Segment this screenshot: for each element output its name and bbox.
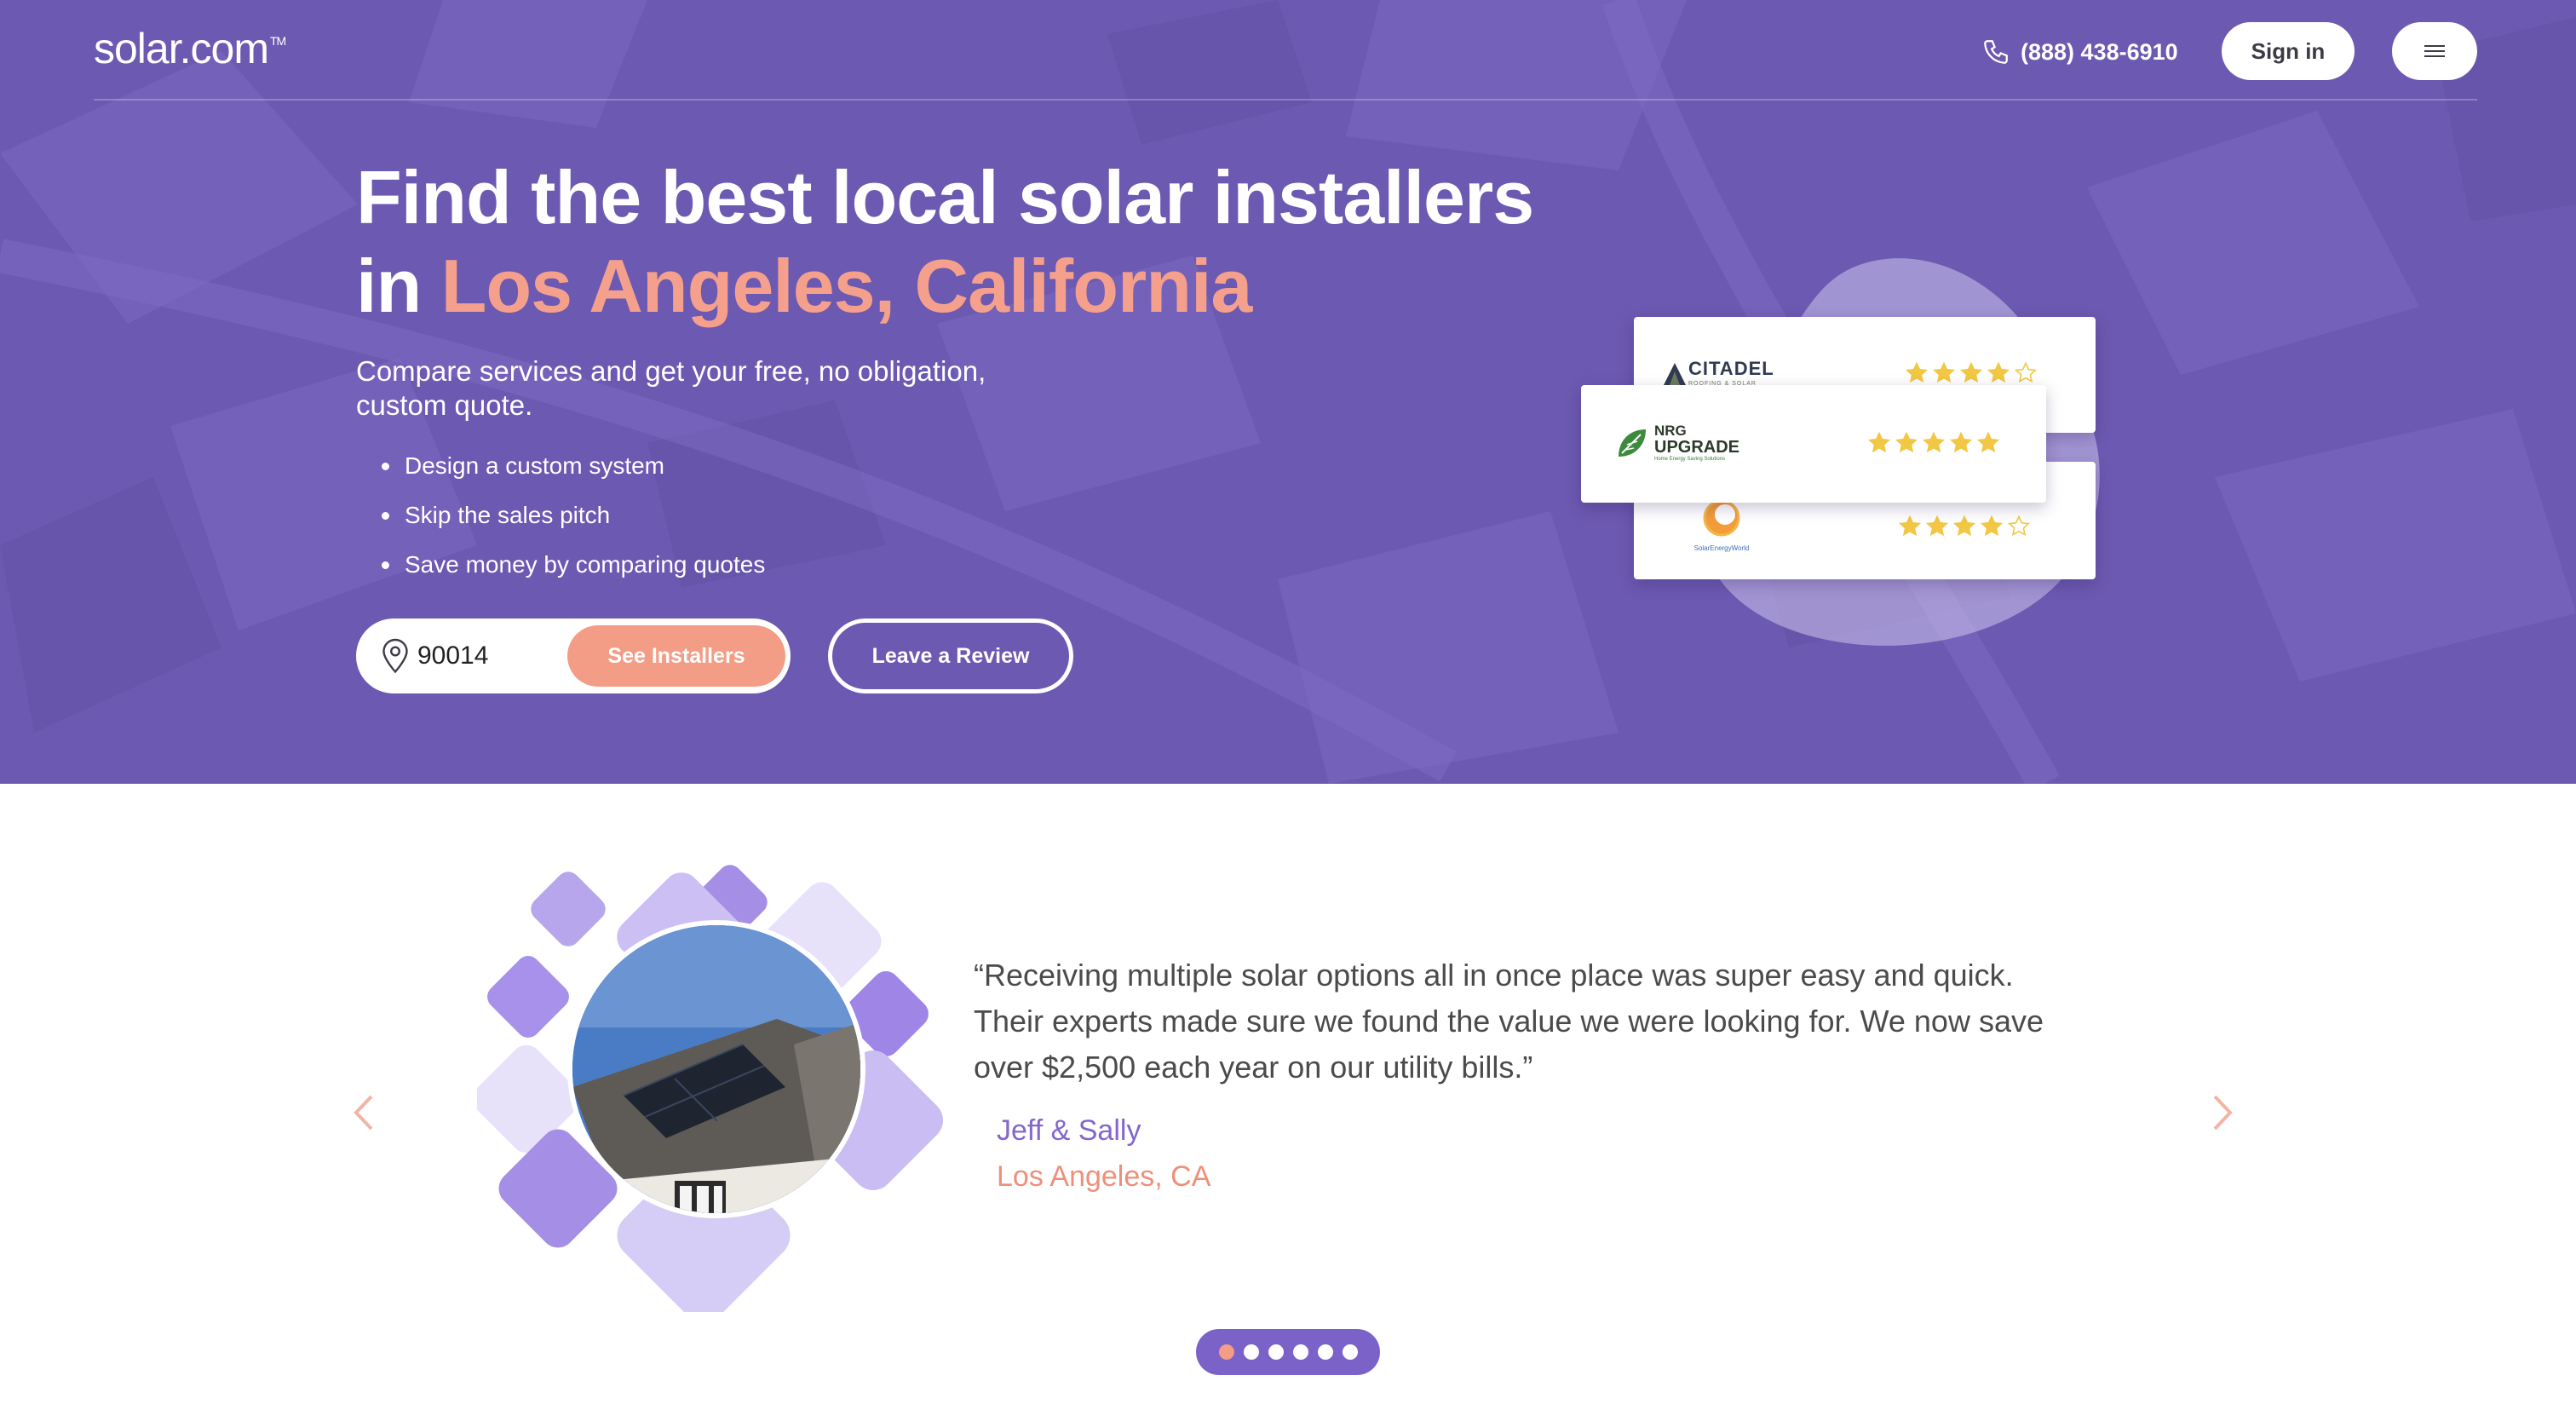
citadel-name: CITADEL — [1688, 358, 1774, 379]
solar-energy-world-name: SolarEnergyWorld — [1693, 544, 1750, 552]
carousel-dot[interactable] — [1342, 1344, 1358, 1360]
hero-subtitle: Compare services and get your free, no o… — [356, 355, 986, 421]
nrg-name-line1: NRG — [1654, 423, 1687, 439]
carousel-pagination — [1196, 1329, 1380, 1375]
customer-home-photo — [567, 920, 865, 1218]
nrg-upgrade-rating — [1867, 431, 2000, 455]
star-filled-icon — [1959, 361, 1983, 383]
solar-com-logo[interactable]: solar.com TM — [94, 24, 286, 73]
star-empty-icon — [2007, 515, 2031, 537]
logo-trademark: TM — [269, 34, 286, 48]
star-filled-icon — [1925, 515, 1949, 537]
star-filled-icon — [1980, 515, 2004, 537]
nrg-leaf-icon — [1619, 429, 1646, 457]
menu-button[interactable] — [2392, 22, 2477, 80]
zip-search-form: See Installers — [356, 619, 791, 693]
sign-in-button[interactable]: Sign in — [2222, 22, 2355, 80]
logo-text: solar.com — [94, 25, 269, 72]
see-installers-button[interactable]: See Installers — [567, 625, 785, 687]
solar-energy-world-rating — [1898, 515, 2031, 538]
benefits-list: Design a custom system Skip the sales pi… — [356, 445, 765, 593]
chevron-right-icon — [2213, 1095, 2233, 1131]
zip-code-input[interactable] — [416, 637, 569, 675]
citadel-rating — [1905, 361, 2038, 385]
phone-link[interactable]: (888) 438-6910 — [1981, 34, 2178, 70]
citadel-logo: CITADEL ROOFING & SOLAR — [1663, 360, 1774, 387]
star-empty-icon — [2014, 361, 2038, 383]
benefit-item: Skip the sales pitch — [356, 494, 765, 544]
title-in: in — [356, 244, 422, 328]
benefit-item: Save money by comparing quotes — [356, 544, 765, 593]
leave-review-button[interactable]: Leave a Review — [828, 619, 1073, 693]
menu-icon — [2424, 45, 2445, 57]
sun-logo-icon — [1703, 499, 1740, 537]
testimonial-section — [0, 784, 2576, 1404]
star-filled-icon — [1932, 361, 1956, 383]
carousel-dot[interactable] — [1268, 1344, 1284, 1360]
testimonial-location: Los Angeles, CA — [997, 1160, 1211, 1193]
citadel-mark-icon — [1664, 363, 1686, 385]
star-filled-icon — [1987, 361, 2010, 383]
benefit-item: Design a custom system — [356, 445, 765, 494]
carousel-dot[interactable] — [1218, 1344, 1234, 1360]
carousel-dot[interactable] — [1292, 1344, 1308, 1360]
star-filled-icon — [1952, 515, 1976, 537]
star-filled-icon — [1922, 431, 1946, 453]
star-filled-icon — [1898, 515, 1922, 537]
phone-number: (888) 438-6910 — [2021, 38, 2178, 65]
star-filled-icon — [1867, 431, 1891, 453]
title-line-1: Find the best local solar installers — [356, 155, 1534, 239]
previous-slide-button[interactable] — [341, 1090, 375, 1133]
hero-section: solar.com TM (888) 438-6910 Sign in Find … — [0, 0, 2576, 784]
page-title: Find the best local solar installers in … — [356, 153, 1634, 331]
solar-roof-illustration — [572, 925, 860, 1213]
nrg-upgrade-logo: NRG UPGRADE Home Energy Saving Solutions — [1615, 423, 1740, 462]
star-filled-icon — [1895, 431, 1918, 453]
star-filled-icon — [1949, 431, 1973, 453]
phone-icon — [1984, 40, 2008, 64]
star-filled-icon — [1905, 361, 1929, 383]
title-city: Los Angeles, California — [440, 244, 1253, 328]
location-pin-icon — [382, 638, 408, 674]
next-slide-button[interactable] — [2201, 1090, 2235, 1133]
header-divider — [94, 99, 2477, 101]
nrg-tagline: Home Energy Saving Solutions — [1654, 457, 1726, 462]
testimonial-quote: “Receiving multiple solar options all in… — [974, 958, 2044, 1085]
carousel-dot[interactable] — [1317, 1344, 1333, 1360]
carousel-dot[interactable] — [1243, 1344, 1259, 1360]
nrg-name-line2: UPGRADE — [1654, 438, 1740, 457]
testimonial-author: Jeff & Sally — [997, 1114, 1141, 1147]
chevron-left-icon — [354, 1095, 373, 1131]
installer-card-nrg-upgrade[interactable]: NRG UPGRADE Home Energy Saving Solutions — [1581, 385, 2046, 503]
solar-energy-world-logo: SolarEnergyWorld — [1683, 498, 1760, 552]
star-filled-icon — [1976, 431, 2000, 453]
